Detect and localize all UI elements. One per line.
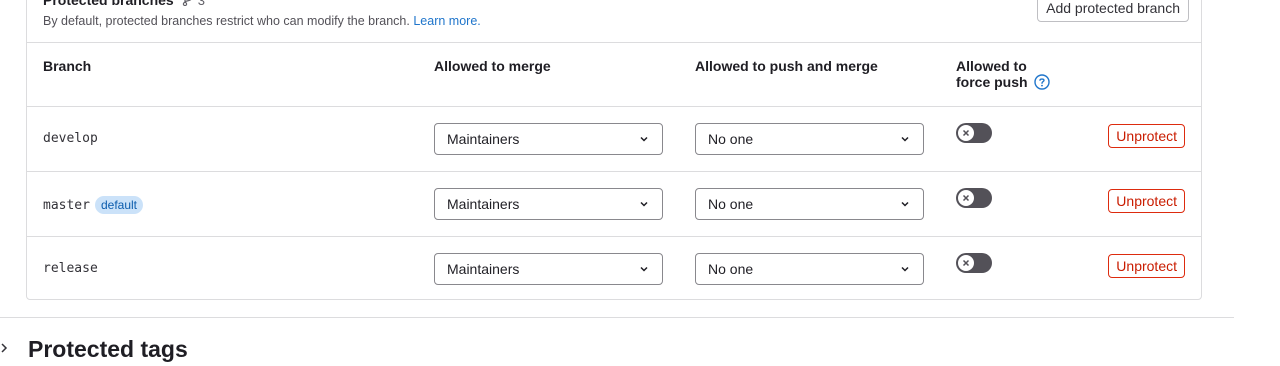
card-description: By default, protected branches restrict … — [43, 14, 481, 28]
select-value: No one — [708, 196, 754, 212]
allowed-to-merge-select[interactable]: Maintainers — [434, 188, 663, 220]
allowed-to-push-select[interactable]: No one — [695, 253, 924, 285]
select-value: Maintainers — [447, 261, 520, 277]
chevron-down-icon — [640, 201, 648, 207]
table-row: release Maintainers No one Unprotect — [27, 237, 1201, 302]
chevron-down-icon — [901, 201, 909, 207]
card-header: Protected branches 3 By default, protect… — [27, 0, 1201, 43]
default-badge: default — [94, 196, 143, 214]
force-push-toggle[interactable] — [956, 253, 992, 273]
column-header-push-merge: Allowed to push and merge — [695, 58, 878, 74]
column-header-merge: Allowed to merge — [434, 58, 551, 74]
table-row: develop Maintainers No one Unprotect — [27, 107, 1201, 172]
chevron-down-icon — [640, 136, 648, 142]
description-text: By default, protected branches restrict … — [43, 14, 410, 28]
branch-count-value: 3 — [197, 0, 205, 8]
branch-name: master default — [43, 196, 143, 214]
branch-name-text: release — [43, 261, 98, 276]
table-row: master default Maintainers No one Unprot… — [27, 172, 1201, 237]
card-title-text: Protected branches — [43, 0, 174, 8]
chevron-down-icon — [640, 266, 648, 272]
branch-name: develop — [43, 131, 98, 146]
branch-count: 3 — [182, 0, 205, 8]
add-protected-branch-button[interactable]: Add protected branch — [1037, 0, 1189, 22]
select-value: No one — [708, 131, 754, 147]
chevron-down-icon — [901, 266, 909, 272]
close-icon — [962, 259, 970, 267]
close-icon — [962, 129, 970, 137]
select-value: No one — [708, 261, 754, 277]
column-header-branch: Branch — [43, 58, 92, 74]
force-push-label-line1: Allowed to — [956, 58, 1027, 74]
force-push-toggle[interactable] — [956, 123, 992, 143]
branch-name-text: develop — [43, 131, 98, 146]
unprotect-button[interactable]: Unprotect — [1108, 124, 1185, 148]
close-icon — [962, 194, 970, 202]
column-header-force-push: Allowed to force push — [956, 58, 1051, 90]
select-value: Maintainers — [447, 131, 520, 147]
branch-name-text: master — [43, 197, 90, 213]
unprotect-button[interactable]: Unprotect — [1108, 189, 1185, 213]
protected-tags-expand-toggle[interactable] — [0, 340, 10, 356]
allowed-to-merge-select[interactable]: Maintainers — [434, 123, 663, 155]
allowed-to-merge-select[interactable]: Maintainers — [434, 253, 663, 285]
section-divider — [0, 317, 1234, 318]
protected-tags-heading[interactable]: Protected tags — [28, 336, 188, 363]
help-icon[interactable] — [1034, 74, 1051, 90]
branch-name: release — [43, 261, 98, 276]
unprotect-button[interactable]: Unprotect — [1108, 254, 1185, 278]
card-title: Protected branches 3 — [43, 0, 205, 8]
learn-more-link[interactable]: Learn more. — [413, 14, 480, 28]
force-push-toggle[interactable] — [956, 188, 992, 208]
force-push-label-line2: force push — [956, 74, 1028, 90]
toggle-knob — [958, 255, 974, 271]
allowed-to-push-select[interactable]: No one — [695, 123, 924, 155]
toggle-knob — [958, 125, 974, 141]
branch-icon — [182, 0, 192, 6]
allowed-to-push-select[interactable]: No one — [695, 188, 924, 220]
toggle-knob — [958, 190, 974, 206]
protected-branches-card: Protected branches 3 By default, protect… — [26, 0, 1202, 300]
select-value: Maintainers — [447, 196, 520, 212]
chevron-right-icon — [1, 343, 8, 353]
chevron-down-icon — [901, 136, 909, 142]
